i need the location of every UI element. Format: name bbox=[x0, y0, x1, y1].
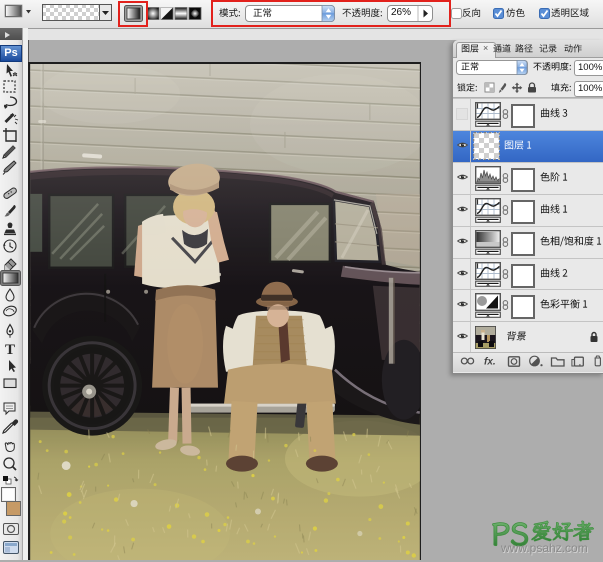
svg-text:T: T bbox=[5, 342, 15, 358]
svg-text:fx.: fx. bbox=[484, 357, 496, 368]
